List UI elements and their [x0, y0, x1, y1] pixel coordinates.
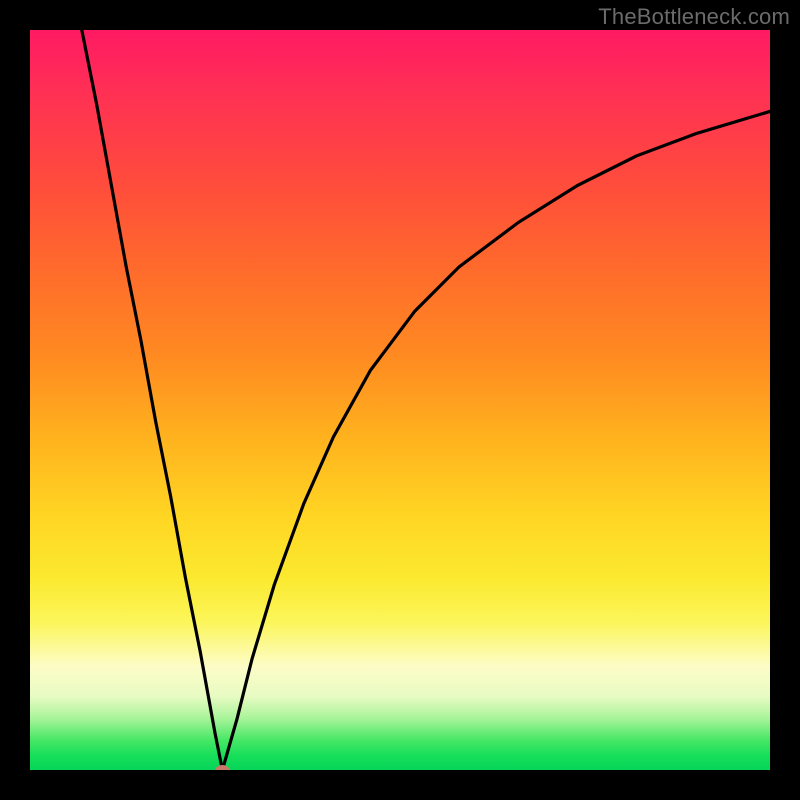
bottleneck-curve-right — [222, 111, 770, 770]
chart-frame: TheBottleneck.com — [0, 0, 800, 800]
bottleneck-curve-left — [82, 30, 223, 770]
attribution-text: TheBottleneck.com — [598, 4, 790, 30]
plot-area — [30, 30, 770, 770]
curve-svg — [30, 30, 770, 770]
minimum-marker — [215, 765, 229, 770]
